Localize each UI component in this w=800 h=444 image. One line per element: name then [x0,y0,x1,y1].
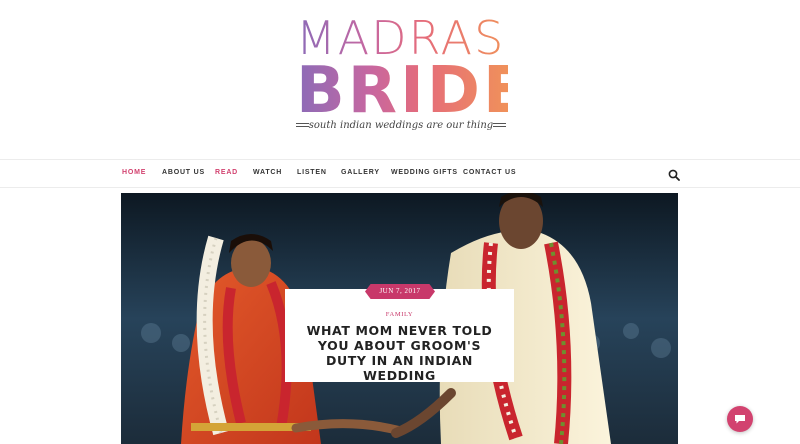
nav-item-read[interactable]: READ [215,169,238,176]
chat-button[interactable] [727,406,753,432]
nav-item-listen[interactable]: LISTEN [297,169,327,176]
tagline-rule-left [296,123,309,127]
post-date-badge: JUN 7, 2017 [365,284,435,299]
nav-item-gallery[interactable]: GALLERY [341,169,380,176]
main-nav: HOME ABOUT US READ WATCH LISTEN GALLERY … [0,159,800,188]
site-logo[interactable]: MADRASI BRIDE [296,14,530,134]
nav-item-wedding-gifts[interactable]: WEDDING GIFTS [391,169,458,176]
post-title[interactable]: WHAT MOM NEVER TOLD YOU ABOUT GROOM'S DU… [297,323,502,383]
logo-text-bride: BRIDE [296,54,530,128]
featured-post-card[interactable]: FAMILY WHAT MOM NEVER TOLD YOU ABOUT GRO… [285,289,514,383]
tagline-rule-right [493,123,506,127]
search-icon[interactable] [668,169,680,181]
site-header: MADRASI BRIDE south indian weddings are … [0,0,800,160]
chat-bubble-icon [735,414,745,423]
nav-item-about-us[interactable]: ABOUT US [162,169,205,176]
site-tagline: south indian weddings are our thing [308,119,494,131]
nav-item-home[interactable]: HOME [122,169,146,176]
nav-item-watch[interactable]: WATCH [253,169,282,176]
post-category[interactable]: FAMILY [285,311,514,318]
nav-item-contact-us[interactable]: CONTACT US [463,169,516,176]
tagline-row: south indian weddings are our thing [296,117,506,133]
